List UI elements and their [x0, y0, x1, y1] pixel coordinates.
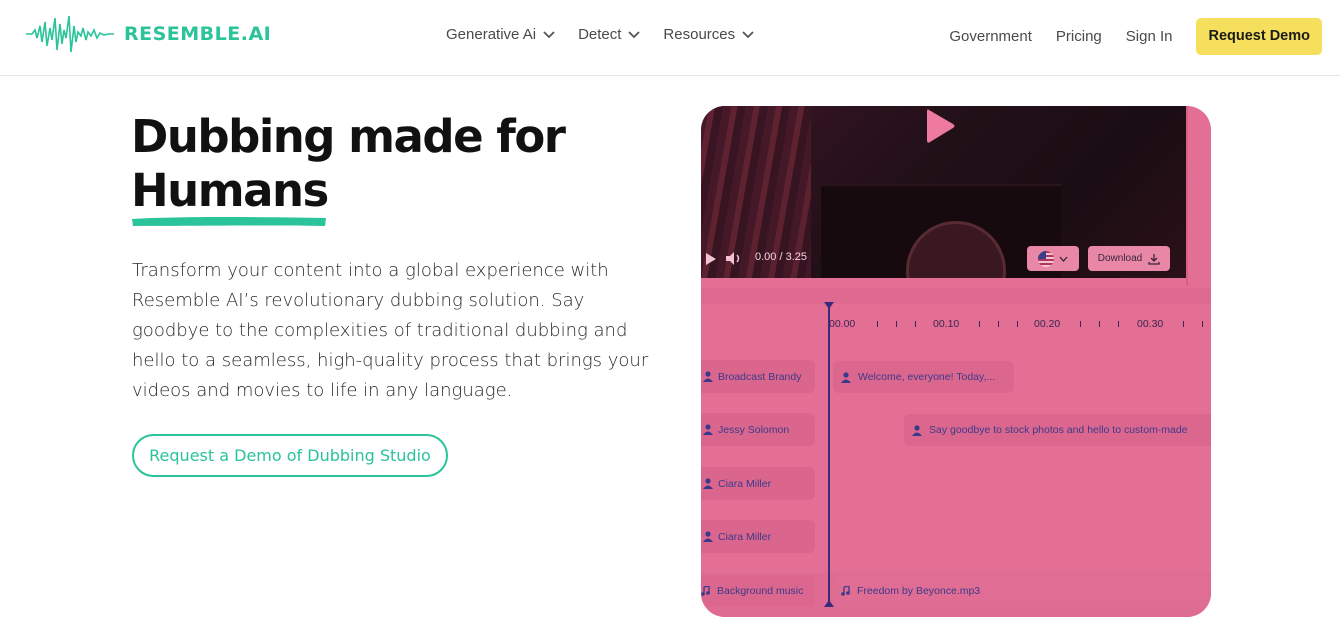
person-icon	[912, 424, 922, 436]
download-label: Download	[1097, 253, 1143, 264]
chevron-down-icon	[1059, 256, 1068, 262]
music-note-icon	[701, 586, 710, 596]
music-label: Background music	[717, 585, 804, 597]
brand-name: RESEMBLE.AI	[124, 23, 272, 45]
menu-detect[interactable]: Detect	[578, 26, 641, 43]
ruler-tick	[1118, 321, 1119, 327]
menu-resources[interactable]: Resources	[663, 26, 755, 43]
person-icon	[841, 371, 851, 383]
hero-title: Dubbing made for Humans	[131, 110, 566, 226]
language-select[interactable]	[1027, 246, 1079, 271]
chevron-down-icon	[628, 30, 641, 38]
music-clip-text: Freedom by Beyonce.mp3	[857, 585, 981, 597]
play-icon[interactable]	[923, 106, 957, 146]
playhead[interactable]	[828, 304, 830, 606]
top-navigation: RESEMBLE.AI Generative Ai Detect Resourc…	[0, 0, 1340, 76]
request-demo-button[interactable]: Request Demo	[1196, 18, 1322, 55]
brand-logo[interactable]: RESEMBLE.AI	[26, 14, 271, 54]
music-note-icon	[841, 586, 850, 596]
ruler-label: 00.10	[933, 318, 960, 330]
speaker-name: Ciara Miller	[718, 530, 772, 543]
ruler-label: 00.00	[829, 318, 856, 330]
hero-title-line1: Dubbing made for	[131, 110, 566, 163]
track-speaker-ciara-miller[interactable]: Ciara Miller	[701, 467, 815, 500]
clip-text: Welcome, everyone! Today,...	[858, 371, 996, 383]
music-track: Background music Freedom by Beyonce.mp3	[701, 573, 1211, 617]
nav-link-government[interactable]: Government	[949, 28, 1032, 45]
ruler-tick	[915, 321, 916, 327]
menu-generative-ai[interactable]: Generative Ai	[446, 26, 556, 43]
person-icon	[703, 424, 713, 435]
ruler-tick	[979, 321, 980, 327]
track-speaker-jessy-solomon[interactable]: Jessy Solomon	[701, 413, 815, 446]
ruler-tick	[1202, 321, 1203, 327]
person-icon	[703, 478, 713, 489]
person-icon	[703, 371, 713, 382]
ruler-tick	[877, 321, 878, 327]
timeline-ruler: 00.00 00.10 00.20 00.30	[829, 318, 1211, 332]
nav-link-pricing[interactable]: Pricing	[1056, 28, 1102, 45]
speaker-name: Jessy Solomon	[718, 423, 790, 436]
music-clip[interactable]: Freedom by Beyonce.mp3	[833, 575, 1211, 607]
small-play-icon[interactable]	[705, 252, 717, 266]
menu-label: Generative Ai	[446, 26, 537, 43]
track-speaker-broadcast-brandy[interactable]: Broadcast Brandy	[701, 360, 815, 393]
us-flag-icon	[1038, 250, 1054, 267]
main-menu: Generative Ai Detect Resources	[446, 26, 777, 43]
video-player[interactable]: 0.00 / 3.25 Download	[701, 106, 1186, 278]
dialogue-clip[interactable]: Say goodbye to stock photos and hello to…	[904, 414, 1211, 446]
speaker-name: Ciara Miller	[718, 477, 772, 490]
person-icon	[703, 531, 713, 542]
clip-text: Say goodbye to stock photos and hello to…	[929, 424, 1188, 436]
chevron-down-icon	[742, 30, 754, 38]
dialogue-clip[interactable]: Welcome, everyone! Today,...	[833, 361, 1014, 393]
hero-title-highlight: Humans	[131, 164, 329, 226]
waveform-logo-icon	[26, 15, 114, 53]
hero-description: Transform your content into a global exp…	[132, 260, 649, 401]
speaker-name: Broadcast Brandy	[718, 370, 802, 383]
download-icon	[1148, 253, 1160, 265]
ruler-tick	[896, 321, 897, 327]
download-button[interactable]: Download	[1088, 246, 1170, 271]
ruler-tick	[1183, 321, 1184, 327]
hero-title-line2: Humans	[131, 164, 329, 217]
playhead-bottom-marker[interactable]	[824, 600, 834, 607]
dubbing-studio-preview: 0.00 / 3.25 Download 00.00 00.10 00.20 0…	[701, 106, 1211, 617]
request-dubbing-demo-button[interactable]: Request a Demo of Dubbing Studio	[132, 434, 448, 477]
ruler-tick	[1099, 321, 1100, 327]
menu-label: Resources	[663, 26, 736, 43]
timeline-toolbar	[701, 288, 1211, 304]
ruler-tick	[1080, 321, 1081, 327]
nav-link-sign-in[interactable]: Sign In	[1126, 28, 1173, 45]
volume-icon[interactable]	[725, 251, 743, 266]
ruler-tick	[998, 321, 999, 327]
video-time: 0.00 / 3.25	[755, 251, 807, 263]
side-panel	[1186, 106, 1211, 286]
playhead-top-marker[interactable]	[824, 302, 834, 309]
nav-actions: Government Pricing Sign In Request Demo	[949, 18, 1322, 55]
menu-label: Detect	[578, 26, 622, 43]
ruler-label: 00.20	[1034, 318, 1061, 330]
ruler-tick	[1017, 321, 1018, 327]
music-track-label[interactable]: Background music	[701, 575, 815, 607]
brush-underline-icon	[132, 217, 326, 226]
track-speaker-ciara-miller-2[interactable]: Ciara Miller	[701, 520, 815, 553]
chevron-down-icon	[543, 30, 555, 38]
ruler-label: 00.30	[1137, 318, 1164, 330]
